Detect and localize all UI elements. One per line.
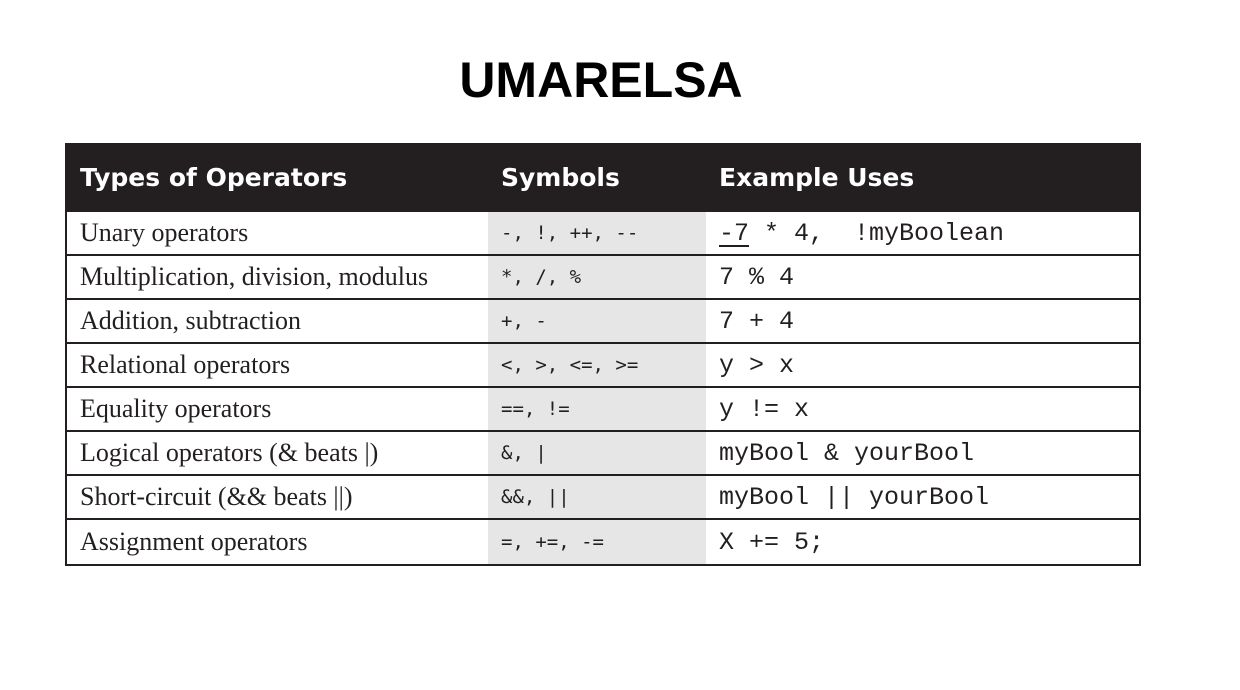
example-use-cell: X += 5;: [706, 518, 1140, 565]
page-title: UMARELSA: [459, 52, 743, 108]
table-row: Equality operators ==, != y != x: [66, 386, 1140, 431]
table-row: Unary operators -, !, ++, -- -7 * 4, !my…: [66, 210, 1140, 255]
operator-symbols-cell: &&, ||: [488, 474, 706, 519]
table-body: Unary operators -, !, ++, -- -7 * 4, !my…: [66, 210, 1140, 565]
operator-symbols-cell: <, >, <=, >=: [488, 342, 706, 387]
example-text: X += 5;: [719, 527, 825, 557]
operator-symbols-cell: +, -: [488, 298, 706, 343]
operator-type-cell: Short-circuit (&& beats ||): [66, 474, 488, 519]
header-example-uses: Example Uses: [706, 144, 1140, 211]
operator-type-cell: Equality operators: [66, 386, 488, 431]
example-use-cell: 7 + 4: [706, 298, 1140, 343]
table-row: Relational operators <, >, <=, >= y > x: [66, 342, 1140, 387]
table-row: Addition, subtraction +, - 7 + 4: [66, 298, 1140, 343]
operator-type-cell: Relational operators: [66, 342, 488, 387]
example-text: 7 % 4: [719, 262, 795, 292]
operator-symbols-cell: *, /, %: [488, 254, 706, 299]
operator-type-cell: Unary operators: [66, 210, 488, 255]
table-header: Types of Operators Symbols Example Uses: [66, 144, 1140, 211]
operator-symbols-cell: -, !, ++, --: [488, 210, 706, 255]
example-text: myBool & yourBool: [719, 438, 975, 468]
example-text: * 4, !myBoolean: [749, 218, 1005, 248]
example-text: myBool || yourBool: [719, 482, 990, 512]
example-text: y != x: [719, 394, 810, 424]
operator-type-cell: Multiplication, division, modulus: [66, 254, 488, 299]
operators-table: Types of Operators Symbols Example Uses …: [65, 143, 1141, 566]
operator-type-cell: Addition, subtraction: [66, 298, 488, 343]
table-row: Short-circuit (&& beats ||) &&, || myBoo…: [66, 474, 1140, 519]
operator-symbols-cell: =, +=, -=: [488, 518, 706, 565]
example-use-cell: y != x: [706, 386, 1140, 431]
example-use-cell: -7 * 4, !myBoolean: [706, 210, 1140, 255]
header-types-of-operators: Types of Operators: [66, 144, 488, 211]
example-use-cell: 7 % 4: [706, 254, 1140, 299]
header-symbols: Symbols: [488, 144, 706, 211]
example-text: 7 + 4: [719, 306, 795, 336]
example-use-cell: y > x: [706, 342, 1140, 387]
table-row: Logical operators (& beats |) &, | myBoo…: [66, 430, 1140, 475]
operator-type-cell: Assignment operators: [66, 518, 488, 565]
example-use-cell: myBool || yourBool: [706, 474, 1140, 519]
example-underlined-text: -7: [719, 218, 750, 248]
example-use-cell: myBool & yourBool: [706, 430, 1140, 475]
operator-symbols-cell: &, |: [488, 430, 706, 475]
header-row: Types of Operators Symbols Example Uses: [66, 144, 1140, 211]
example-text: y > x: [719, 350, 795, 380]
operator-type-cell: Logical operators (& beats |): [66, 430, 488, 475]
table-row: Assignment operators =, +=, -= X += 5;: [66, 518, 1140, 565]
operator-symbols-cell: ==, !=: [488, 386, 706, 431]
table-row: Multiplication, division, modulus *, /, …: [66, 254, 1140, 299]
